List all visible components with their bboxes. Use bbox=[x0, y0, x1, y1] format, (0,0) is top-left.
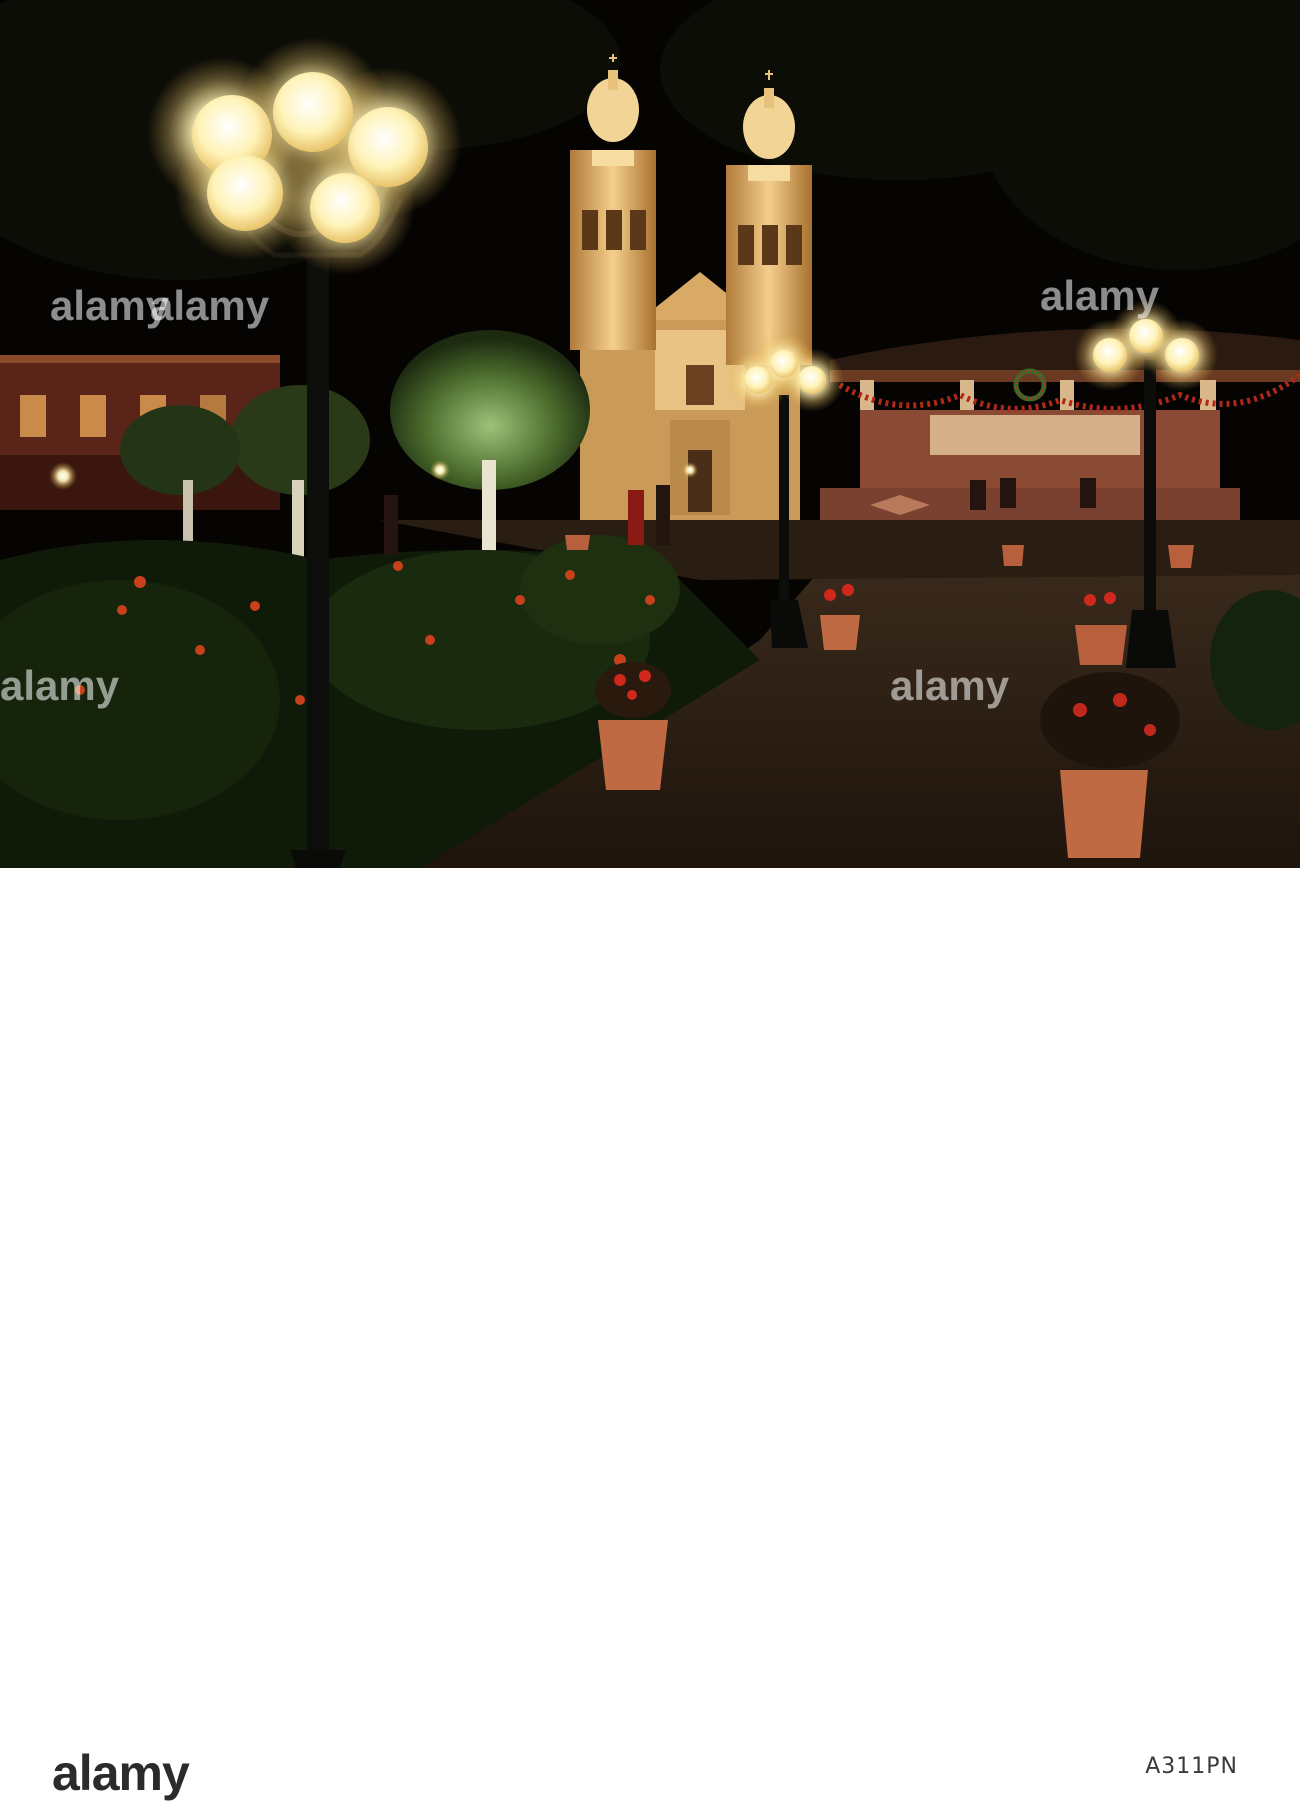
stock-footer: alamy A311PN bbox=[0, 868, 1300, 1801]
watermark: alamy bbox=[890, 662, 1010, 709]
photograph: alamy alamy alamy alamy alamy bbox=[0, 0, 1300, 868]
watermark: alamy bbox=[150, 282, 270, 329]
image-id: A311PN bbox=[1145, 1754, 1238, 1779]
watermark: alamy bbox=[1040, 272, 1160, 319]
watermark: alamy bbox=[0, 662, 120, 709]
brand-logo[interactable]: alamy bbox=[52, 1744, 190, 1802]
